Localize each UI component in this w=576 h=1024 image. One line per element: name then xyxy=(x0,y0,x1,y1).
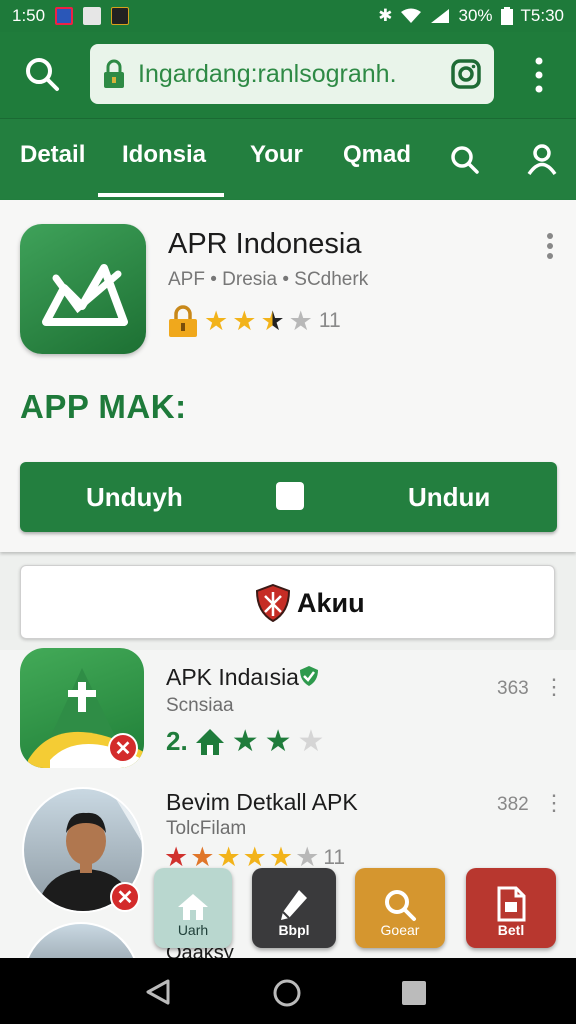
system-nav-bar xyxy=(0,958,576,1024)
aksi-button[interactable]: Akиu xyxy=(20,565,555,639)
download-label-left: Unduyh xyxy=(86,482,183,512)
app-title: APR Indonesia xyxy=(168,228,362,260)
download-square-icon xyxy=(276,482,304,510)
home-icon xyxy=(178,894,208,920)
empty-star-icon: ★ xyxy=(295,842,320,872)
battery-icon xyxy=(500,7,513,25)
list-item-overflow-icon[interactable]: ⋮ xyxy=(543,792,565,814)
list-item-title: APK Indaısia xyxy=(166,664,299,690)
section-heading: APP MAK: xyxy=(20,388,187,425)
overflow-menu-icon[interactable] xyxy=(532,56,546,94)
tab-detail[interactable]: Detail xyxy=(20,141,85,169)
document-icon xyxy=(497,886,526,922)
verified-icon xyxy=(300,666,318,686)
search-icon[interactable] xyxy=(24,56,60,92)
fab-pen-button[interactable]: Bbpl xyxy=(252,868,336,948)
list-item-rating: ★ ★ ★ ★ ★ ★ 11 xyxy=(164,844,345,871)
app-notification-icon xyxy=(111,7,130,25)
tab-indicator xyxy=(98,193,224,197)
list-item-subtitle: TolcFilam xyxy=(166,818,247,839)
home-star-icon xyxy=(195,728,224,755)
list-item-count: 382 xyxy=(497,794,529,815)
star-icon: ★ xyxy=(190,842,215,872)
wifi-icon xyxy=(401,8,422,23)
recents-icon[interactable] xyxy=(400,979,428,1007)
rating-prefix: 2. xyxy=(166,726,188,756)
envelope-logo-icon xyxy=(42,264,128,326)
back-icon[interactable] xyxy=(144,978,172,1006)
app-rating: ★ ★ ★ ★ 11 xyxy=(166,304,341,338)
remove-badge-icon[interactable]: ✕ xyxy=(108,733,138,763)
gallery-notification-icon xyxy=(83,7,102,25)
camera-icon[interactable] xyxy=(450,58,482,90)
star-icon: ★ xyxy=(231,724,259,758)
list-item-subtitle: Scnsiaa xyxy=(166,695,234,716)
fab-label: Uarh xyxy=(177,922,209,938)
empty-star-icon: ★ xyxy=(288,305,313,336)
tab-your[interactable]: Your xyxy=(250,141,303,169)
rating-count: 11 xyxy=(318,309,341,332)
empty-star-icon: ★ xyxy=(297,724,325,758)
status-time: 1:50 xyxy=(12,6,46,25)
fab-label: Bbpl xyxy=(278,922,310,938)
half-star-icon: ★ xyxy=(260,305,285,336)
list-item-overflow-icon[interactable]: ⋮ xyxy=(543,676,565,698)
notification-icon xyxy=(55,7,74,25)
rating-count: 11 xyxy=(323,845,346,869)
bluetooth-icon: ✱ xyxy=(378,6,393,25)
app-bar: Ingardang:ranlsogranh. xyxy=(0,32,576,118)
app-subtitle: APF • Dresia • SCdherk xyxy=(168,269,369,290)
card-overflow-icon[interactable] xyxy=(545,232,555,260)
pen-icon xyxy=(281,890,307,920)
remove-badge-icon[interactable]: ✕ xyxy=(110,882,140,912)
tab-idonsia[interactable]: Idonsia xyxy=(122,141,206,169)
fab-home-button[interactable]: Uarh xyxy=(154,868,232,948)
tab-bar: Detail Idonsia Your Qmad xyxy=(0,118,576,200)
star-icon: ★ xyxy=(204,305,229,336)
star-icon: ★ xyxy=(242,842,267,872)
status-clock: T5:30 xyxy=(520,6,564,25)
aksi-label: Akиu xyxy=(297,588,365,618)
tab-search-icon[interactable] xyxy=(450,145,480,175)
fab-label: Betl xyxy=(497,922,525,938)
url-text: Ingardang:ranlsogranh. xyxy=(138,59,397,88)
list-item-count: 363 xyxy=(497,678,529,699)
shield-icon xyxy=(255,584,291,622)
star-icon: ★ xyxy=(164,842,189,872)
signal-icon xyxy=(431,9,450,23)
lock-badge-icon xyxy=(169,305,197,337)
list-item-title: Bevim Detkall APK xyxy=(166,789,358,815)
star-icon: ★ xyxy=(216,842,241,872)
lock-icon xyxy=(104,59,124,88)
star-icon: ★ xyxy=(264,724,292,758)
tab-qmad[interactable]: Qmad xyxy=(343,141,411,169)
home-nav-icon[interactable] xyxy=(272,978,302,1008)
search-icon xyxy=(385,890,416,921)
fab-label: Goear xyxy=(380,922,420,938)
app-icon xyxy=(20,224,146,354)
download-label-right: Unduи xyxy=(408,482,491,512)
star-icon: ★ xyxy=(232,305,257,336)
url-bar[interactable]: Ingardang:ranlsogranh. xyxy=(90,44,494,104)
fab-search-button[interactable]: Goear xyxy=(355,868,445,948)
list-item-rating: 2. ★ ★ ★ xyxy=(166,726,324,757)
status-bar: 1:50 ✱ 30% T5:30 xyxy=(0,0,576,32)
battery-percent: 30% xyxy=(458,6,493,25)
star-icon: ★ xyxy=(268,842,294,872)
fab-document-button[interactable]: Betl xyxy=(466,868,556,948)
download-button[interactable]: Unduyh Unduи xyxy=(20,462,557,532)
profile-icon[interactable] xyxy=(527,143,557,175)
